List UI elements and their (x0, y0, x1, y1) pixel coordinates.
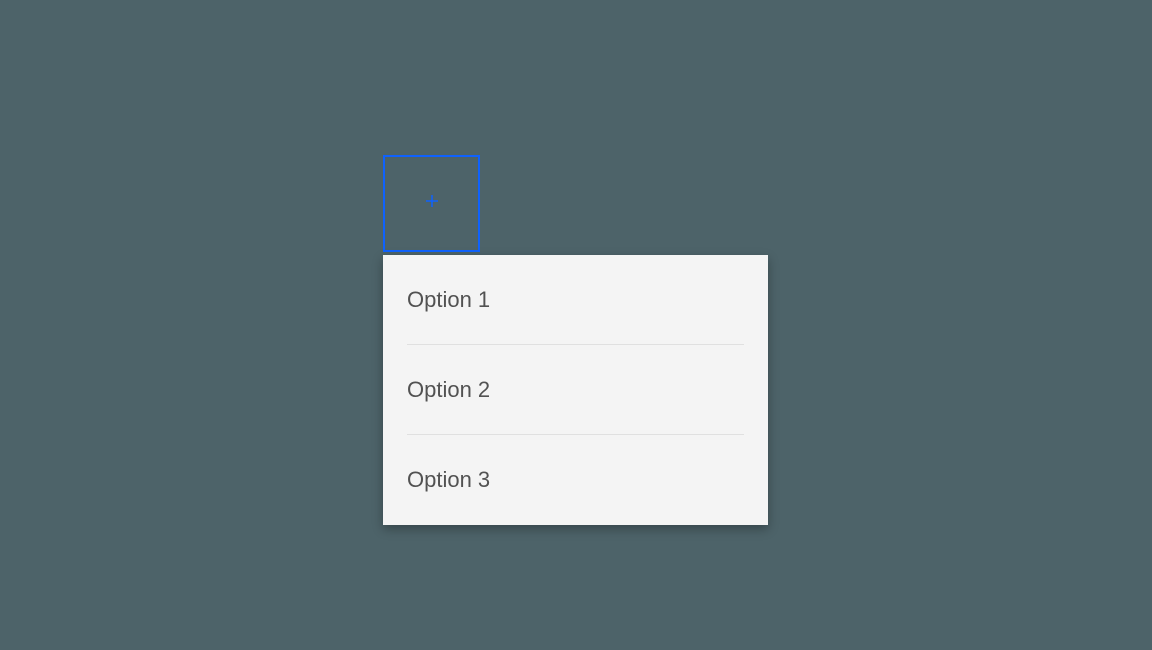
menu-option[interactable]: Option 3 (383, 435, 768, 525)
dropdown-menu: Option 1 Option 2 Option 3 (383, 255, 768, 525)
add-button[interactable] (383, 155, 480, 252)
plus-icon (424, 193, 440, 214)
menu-option[interactable]: Option 2 (383, 345, 768, 435)
menu-option[interactable]: Option 1 (383, 255, 768, 345)
menu-option-label: Option 2 (407, 377, 490, 403)
menu-option-label: Option 1 (407, 287, 490, 313)
menu-option-label: Option 3 (407, 467, 490, 493)
